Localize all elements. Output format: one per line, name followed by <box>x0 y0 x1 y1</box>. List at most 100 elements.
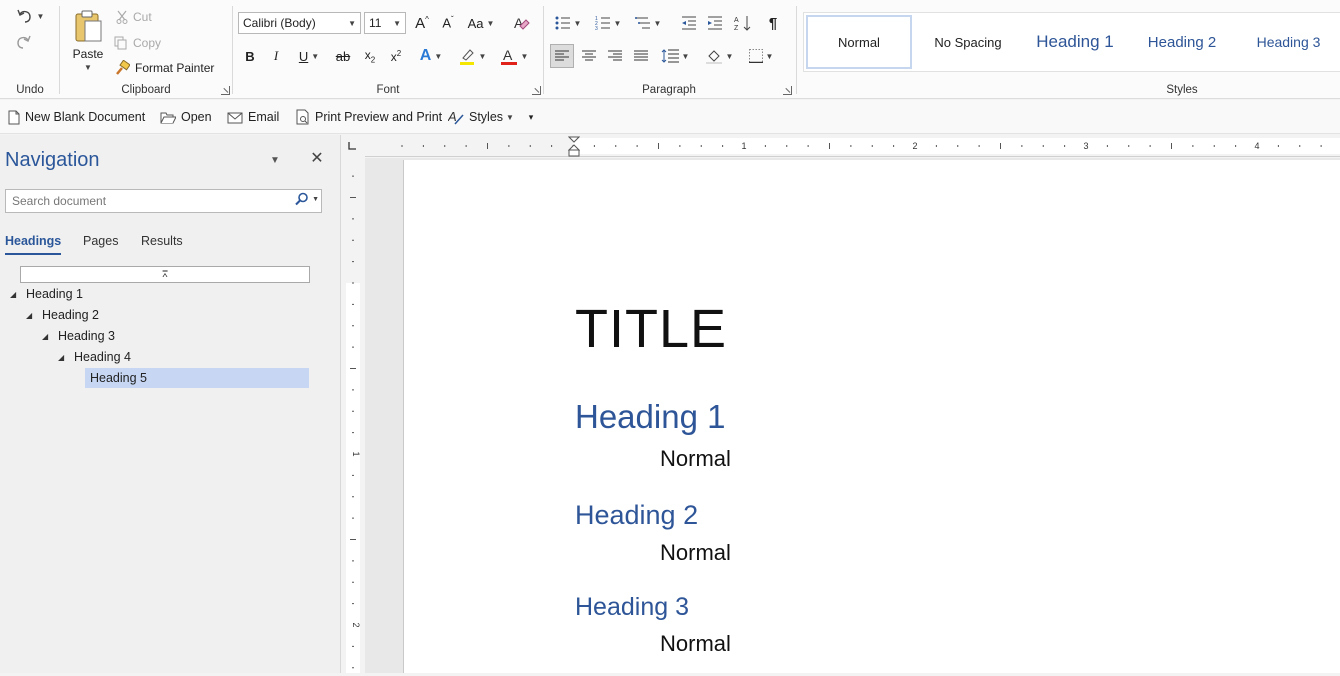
superscript-icon: x2 <box>390 48 402 64</box>
email-button[interactable]: Email <box>227 107 279 127</box>
print-preview-button[interactable]: Print Preview and Print <box>296 107 442 127</box>
numbering-button[interactable]: 1 2 3 ▼ <box>590 12 626 34</box>
bullets-button[interactable]: ▼ <box>550 12 586 34</box>
customize-toolbar-button[interactable]: ▾ <box>524 107 538 127</box>
line-spacing-icon <box>661 49 679 63</box>
increase-indent-icon <box>707 16 723 30</box>
change-case-button[interactable]: Aa ▼ <box>465 12 497 34</box>
vertical-ruler[interactable]: 12 <box>341 157 365 673</box>
open-button[interactable]: Open <box>160 107 212 127</box>
tree-item-heading-3[interactable]: ◢ Heading 3 <box>42 326 115 346</box>
clear-formatting-button[interactable]: A <box>511 12 533 34</box>
grow-font-button[interactable]: A^ <box>411 12 433 34</box>
new-blank-document-button[interactable]: New Blank Document <box>8 107 145 127</box>
svg-text:A: A <box>734 17 739 24</box>
underline-button[interactable]: U ▼ <box>293 45 325 67</box>
redo-icon <box>14 34 32 50</box>
undo-button[interactable]: ▼ <box>12 6 48 26</box>
superscript-button[interactable]: x2 <box>387 45 405 67</box>
cut-label: Cut <box>133 10 152 24</box>
italic-button[interactable]: I <box>267 45 285 67</box>
indent-marker[interactable] <box>567 136 581 157</box>
style-heading-3[interactable]: Heading 3 <box>1236 15 1340 69</box>
multilevel-list-button[interactable]: ▼ <box>630 12 666 34</box>
style-no-spacing[interactable]: No Spacing <box>916 15 1020 69</box>
paste-button[interactable]: Paste ▼ <box>68 4 108 76</box>
copy-button[interactable]: Copy <box>114 34 161 52</box>
horizontal-ruler[interactable]: 1 2 3 4 <box>365 135 1340 157</box>
shrink-font-button[interactable]: Aˇ <box>437 12 459 34</box>
chevron-down-icon: ▼ <box>506 112 514 122</box>
search-input[interactable]: Search document ▼ <box>5 189 322 213</box>
ruler-number: 3 <box>1083 141 1088 151</box>
paste-label: Paste <box>72 46 104 61</box>
tree-item-heading-1[interactable]: ◢ Heading 1 <box>10 284 83 304</box>
document-title[interactable]: TITLE <box>575 298 727 360</box>
shading-button[interactable]: ▼ <box>702 45 736 67</box>
document-normal-text[interactable]: Normal <box>660 631 731 657</box>
format-painter-button[interactable]: Format Painter <box>114 59 214 77</box>
highlight-button[interactable]: ▼ <box>455 45 489 67</box>
document-heading-2[interactable]: Heading 2 <box>575 500 698 531</box>
text-effects-button[interactable]: A ▼ <box>415 45 447 67</box>
line-spacing-button[interactable]: ▼ <box>658 45 692 67</box>
font-color-button[interactable]: A ▼ <box>497 45 531 67</box>
tree-item-label: Heading 3 <box>58 329 115 343</box>
undo-group: ▼ Undo <box>0 0 60 99</box>
dialog-launcher-icon[interactable] <box>221 86 230 95</box>
style-label: Normal <box>838 34 880 50</box>
bold-button[interactable]: B <box>241 45 259 67</box>
align-left-button[interactable] <box>550 44 574 68</box>
close-pane-button[interactable]: ✕ <box>308 149 326 167</box>
search-button[interactable]: ▼ <box>295 192 319 206</box>
decrease-indent-button[interactable] <box>678 12 700 34</box>
email-icon <box>227 111 248 124</box>
tab-selector[interactable] <box>341 135 365 157</box>
dialog-launcher-icon[interactable] <box>532 86 541 95</box>
align-center-icon <box>582 50 596 62</box>
subscript-button[interactable]: x2 <box>361 45 379 67</box>
align-right-button[interactable] <box>604 45 626 67</box>
font-name-select[interactable]: Calibri (Body) ▼ <box>238 12 361 34</box>
paintbrush-icon <box>114 60 130 76</box>
tree-item-heading-4[interactable]: ◢ Heading 4 <box>58 347 131 367</box>
increase-indent-button[interactable] <box>704 12 726 34</box>
divider <box>796 6 797 94</box>
redo-button[interactable] <box>12 32 34 52</box>
tree-item-label: Heading 2 <box>42 308 99 322</box>
dialog-launcher-icon[interactable] <box>783 86 792 95</box>
pane-options-button[interactable]: ▼ <box>268 153 282 167</box>
tree-item-heading-5[interactable]: Heading 5 <box>85 368 309 388</box>
strikethrough-button[interactable]: ab <box>333 45 353 67</box>
format-painter-label: Format Painter <box>135 61 215 75</box>
align-center-button[interactable] <box>578 45 600 67</box>
svg-text:3: 3 <box>595 26 598 30</box>
document-normal-text[interactable]: Normal <box>660 540 731 566</box>
tree-item-heading-2[interactable]: ◢ Heading 2 <box>26 305 99 325</box>
document-heading-1[interactable]: Heading 1 <box>575 398 725 436</box>
justify-button[interactable] <box>630 45 652 67</box>
style-normal[interactable]: Normal <box>806 15 912 69</box>
style-heading-1[interactable]: Heading 1 <box>1022 15 1128 69</box>
borders-button[interactable]: ▼ <box>744 45 778 67</box>
document-page[interactable]: TITLE Heading 1 Normal Heading 2 Normal … <box>403 160 1340 673</box>
folder-open-icon <box>160 111 181 124</box>
document-normal-text[interactable]: Normal <box>660 446 731 472</box>
expanded-triangle-icon: ◢ <box>10 289 17 299</box>
ruler-text-area <box>346 283 360 673</box>
show-formatting-button[interactable]: ¶ <box>762 12 784 34</box>
tab-headings[interactable]: Headings <box>5 234 62 255</box>
ruler-number: 1 <box>741 141 746 151</box>
horizontal-ruler-ticks: 1 2 3 4 <box>401 138 1340 154</box>
font-size-select[interactable]: 11 ▼ <box>364 12 406 34</box>
styles-button[interactable]: A Styles ▼ <box>448 107 514 127</box>
chevron-down-icon: ▼ <box>36 11 45 21</box>
cut-button[interactable]: Cut <box>116 8 152 26</box>
tab-pages[interactable]: Pages <box>83 234 118 248</box>
tab-results[interactable]: Results <box>141 234 183 248</box>
document-heading-3[interactable]: Heading 3 <box>575 593 689 622</box>
collapse-all-bar[interactable]: ⩞ <box>20 266 310 283</box>
copy-icon <box>114 36 128 50</box>
styles-label: Styles <box>469 110 504 124</box>
sort-button[interactable]: AZ <box>732 12 754 34</box>
